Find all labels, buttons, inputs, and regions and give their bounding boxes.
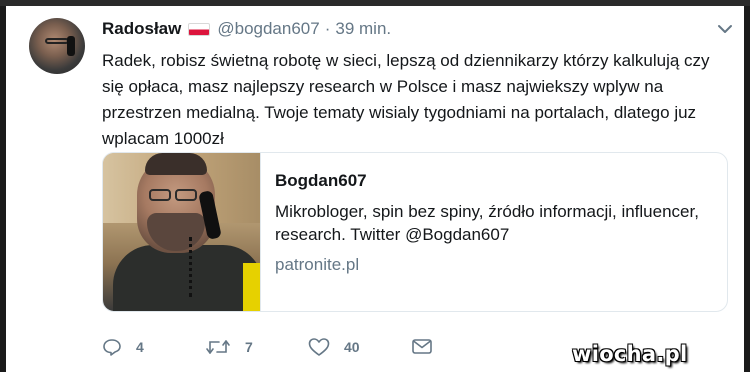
tweet-text: Radek, robisz świetną robotę w sieci, le…: [102, 51, 710, 148]
card-domain: patronite.pl: [275, 255, 360, 274]
author-handle[interactable]: @bogdan607: [217, 19, 319, 39]
direct-message-icon: [412, 339, 432, 354]
poland-flag-icon: [188, 22, 211, 36]
like-icon: [308, 338, 330, 356]
retweet-icon: [206, 340, 230, 354]
direct-message-button[interactable]: [411, 338, 433, 356]
header-separator: ·: [324, 19, 331, 38]
avatar-glasses: [45, 38, 69, 44]
author-name[interactable]: Radosław: [102, 19, 181, 39]
tweet-header: Radosław @bogdan607 · 39 min.: [102, 18, 391, 40]
watermark: wiocha.pl: [572, 342, 688, 366]
card-description: Mikrobloger, spin bez spiny, źródło info…: [275, 202, 699, 244]
card-body: Bogdan607 Mikrobloger, spin bez spiny, ź…: [261, 153, 727, 311]
reply-count: 4: [136, 339, 144, 355]
action-bar: 4 7 40: [102, 336, 433, 358]
tweet: Radosław @bogdan607 · 39 min. Radek, rob…: [0, 6, 750, 372]
reply-button[interactable]: 4: [102, 337, 205, 357]
avatar-phone: [67, 36, 75, 56]
timestamp[interactable]: 39 min.: [335, 19, 391, 39]
card-image: [103, 153, 261, 311]
chevron-down-icon[interactable]: [716, 22, 734, 36]
reply-icon: [103, 339, 121, 356]
card-title: Bogdan607: [275, 171, 367, 190]
retweet-count: 7: [245, 339, 253, 355]
avatar[interactable]: [29, 18, 85, 74]
link-card[interactable]: Bogdan607 Mikrobloger, spin bez spiny, ź…: [102, 152, 728, 312]
like-count: 40: [344, 339, 360, 355]
retweet-button[interactable]: 7: [205, 337, 308, 357]
like-button[interactable]: 40: [308, 337, 411, 357]
